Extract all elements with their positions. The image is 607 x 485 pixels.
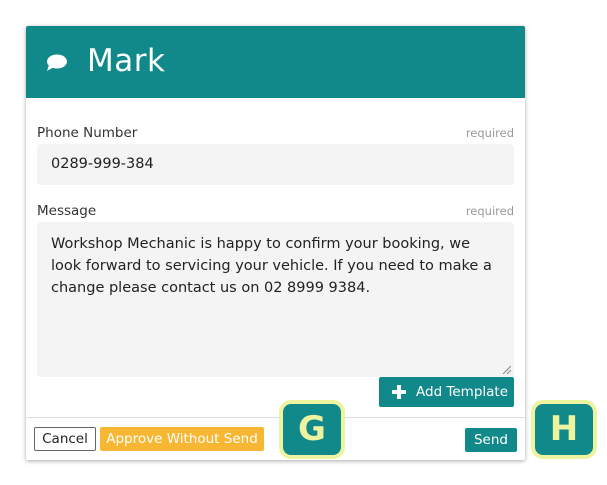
message-label: Message: [37, 203, 97, 219]
phone-label: Phone Number: [37, 125, 138, 141]
marker-g-badge: G: [279, 400, 345, 459]
chat-bubble-icon: [47, 54, 67, 71]
dialog-title: Mark: [87, 43, 166, 79]
message-text: Workshop Mechanic is happy to confirm yo…: [51, 236, 492, 296]
dialog-footer: Cancel Approve Without Send Send: [26, 417, 525, 460]
plus-icon: [392, 385, 406, 399]
send-button[interactable]: Send: [465, 428, 517, 452]
add-template-label: Add Template: [416, 384, 509, 400]
message-textarea[interactable]: Workshop Mechanic is happy to confirm yo…: [37, 222, 514, 377]
message-required-note: required: [465, 204, 514, 218]
add-template-button[interactable]: Add Template: [379, 377, 514, 407]
dialog-header: Mark: [26, 26, 525, 98]
resize-handle-icon[interactable]: [502, 365, 511, 374]
phone-number-input[interactable]: 0289-999-384: [37, 144, 514, 185]
sms-dialog: Mark Phone Number required 0289-999-384 …: [26, 26, 525, 460]
marker-h-badge: H: [531, 400, 597, 459]
phone-required-note: required: [465, 126, 514, 140]
cancel-button[interactable]: Cancel: [34, 427, 96, 451]
approve-without-send-button[interactable]: Approve Without Send: [100, 427, 264, 451]
